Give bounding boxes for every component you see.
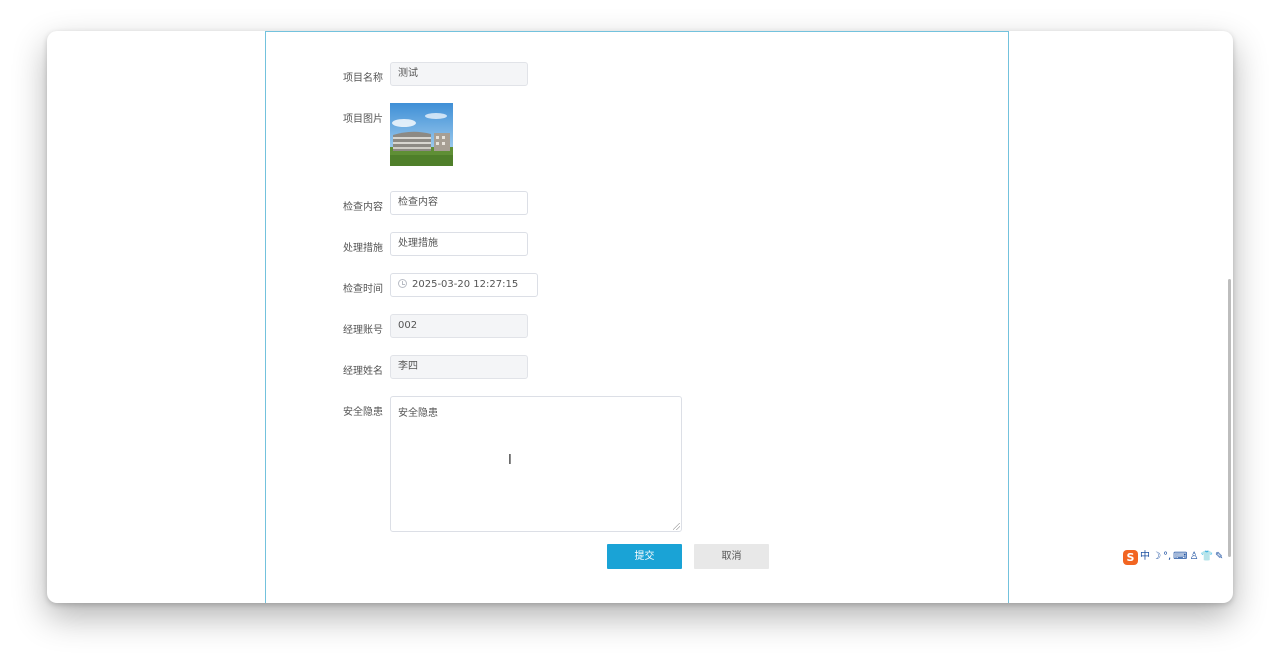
- punctuation-icon[interactable]: °,: [1163, 548, 1171, 566]
- cancel-button[interactable]: 取消: [694, 544, 769, 569]
- manager-name-field[interactable]: 李四: [390, 355, 528, 379]
- project-name-field[interactable]: 测试: [390, 62, 528, 86]
- project-image-label: 项目图片: [343, 114, 383, 125]
- hazard-text: 安全隐患: [398, 408, 438, 419]
- hazard-label: 安全隐患: [343, 407, 383, 418]
- clock-icon: [398, 279, 407, 288]
- scrollbar-thumb[interactable]: [1228, 279, 1231, 557]
- project-name-label: 项目名称: [343, 73, 383, 84]
- ime-toolbar[interactable]: S 中 ☽ °, ⌨ ♙ 👕 ✎: [1123, 548, 1223, 566]
- submit-button[interactable]: 提交: [607, 544, 682, 569]
- browser-window: 项目名称 测试 项目图片 检查内容 检查内容 处理措施 处理措施 检查时间 20…: [47, 31, 1233, 603]
- inspect-content-label: 检查内容: [343, 202, 383, 213]
- inspect-content-input[interactable]: 检查内容: [390, 191, 528, 215]
- keyboard-icon[interactable]: ⌨: [1173, 548, 1187, 566]
- resize-grip-icon[interactable]: [673, 523, 680, 530]
- form-panel: 项目名称 测试 项目图片 检查内容 检查内容 处理措施 处理措施 检查时间 20…: [265, 31, 1009, 603]
- user-icon[interactable]: ♙: [1190, 548, 1199, 566]
- text-cursor-icon: I: [508, 453, 512, 468]
- sogou-logo-icon[interactable]: S: [1123, 549, 1138, 565]
- inspect-time-value: 2025-03-20 12:27:15: [412, 279, 519, 290]
- project-image-thumbnail[interactable]: [390, 103, 453, 166]
- tools-icon[interactable]: ✎: [1215, 548, 1223, 566]
- inspect-time-label: 检查时间: [343, 284, 383, 295]
- hazard-textarea[interactable]: 安全隐患: [390, 396, 682, 532]
- ime-mode-indicator[interactable]: 中: [1140, 548, 1150, 566]
- measures-label: 处理措施: [343, 243, 383, 254]
- measures-input[interactable]: 处理措施: [390, 232, 528, 256]
- moon-icon[interactable]: ☽: [1152, 548, 1161, 566]
- manager-name-label: 经理姓名: [343, 366, 383, 377]
- manager-account-label: 经理账号: [343, 325, 383, 336]
- building-photo-icon: [390, 103, 453, 166]
- manager-account-field[interactable]: 002: [390, 314, 528, 338]
- inspect-time-picker[interactable]: 2025-03-20 12:27:15: [390, 273, 538, 297]
- shirt-icon[interactable]: 👕: [1201, 548, 1213, 566]
